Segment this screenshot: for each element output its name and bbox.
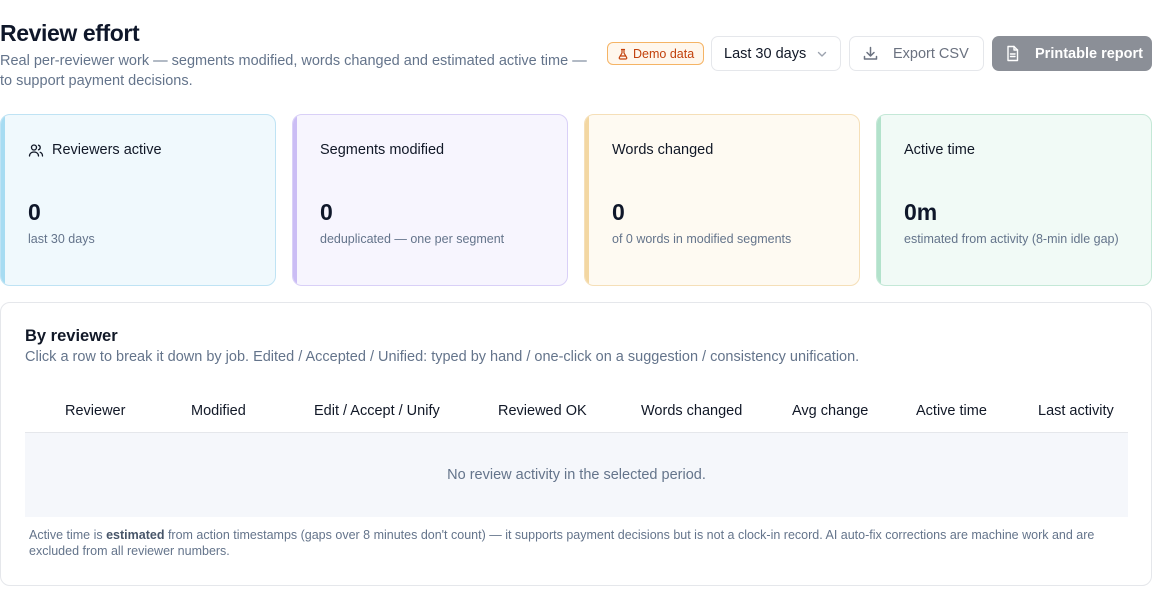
reviewers-active-value: 0: [28, 199, 41, 225]
active-time-label: Active time: [904, 142, 975, 158]
reviewers-active-label: Reviewers active: [52, 142, 162, 158]
segments-modified-label: Segments modified: [320, 142, 445, 158]
page-header: Review effort Real per-reviewer work — s…: [0, 18, 1168, 98]
reviewers-active-card: Reviewers active 0 last 30 days: [0, 114, 276, 286]
export-csv-button[interactable]: Export CSV: [849, 36, 984, 71]
period-select[interactable]: Last 30 days: [711, 36, 841, 71]
printable-report-label: Printable report: [1035, 45, 1143, 62]
document-icon: [1007, 45, 1019, 62]
words-changed-label: Words changed: [612, 142, 714, 158]
empty-state-message: No review activity in the selected perio…: [447, 467, 706, 483]
by-reviewer-description: Click a row to break it down by job. Edi…: [25, 349, 860, 365]
chevron-down-icon: [817, 51, 827, 57]
active-time-sub: estimated from activity (8-min idle gap): [904, 232, 1119, 246]
by-reviewer-panel: By reviewer Click a row to break it down…: [0, 302, 1152, 586]
column-header-avg-change[interactable]: Avg change: [792, 403, 868, 419]
column-header-active-time[interactable]: Active time: [916, 403, 987, 419]
by-reviewer-title: By reviewer: [25, 327, 118, 345]
segments-modified-card: Segments modified 0 deduplicated — one p…: [292, 114, 568, 286]
words-changed-card: Words changed 0 of 0 words in modified s…: [584, 114, 860, 286]
active-time-value: 0m: [904, 199, 938, 225]
card-label: Reviewers active: [28, 142, 162, 158]
column-header-words-changed[interactable]: Words changed: [641, 403, 742, 419]
printable-report-button[interactable]: Printable report: [992, 36, 1152, 71]
period-select-value: Last 30 days: [724, 45, 806, 62]
demo-data-label: Demo data: [633, 46, 695, 61]
flask-icon: [618, 48, 628, 60]
segments-modified-value: 0: [320, 199, 333, 225]
column-header-last-activity[interactable]: Last activity: [1038, 403, 1114, 419]
summary-cards: Reviewers active 0 last 30 days Segments…: [0, 114, 1168, 286]
download-icon: [863, 46, 878, 60]
column-header-reviewer[interactable]: Reviewer: [65, 403, 125, 419]
column-header-reviewed-ok[interactable]: Reviewed OK: [498, 403, 587, 419]
empty-state: No review activity in the selected perio…: [25, 433, 1128, 517]
page-title: Review effort: [0, 20, 140, 46]
column-header-edit-accept-unify[interactable]: Edit / Accept / Unify: [314, 403, 440, 419]
reviewer-table-header: Reviewer Modified Edit / Accept / Unify …: [25, 391, 1128, 433]
active-time-footnote: Active time is estimated from action tim…: [29, 527, 1119, 559]
words-changed-value: 0: [612, 199, 625, 225]
footnote-suffix: from action timestamps (gaps over 8 minu…: [29, 528, 1095, 558]
segments-modified-sub: deduplicated — one per segment: [320, 232, 505, 246]
export-csv-label: Export CSV: [893, 45, 969, 62]
words-changed-sub: of 0 words in modified segments: [612, 232, 792, 246]
footnote-prefix: Active time is: [29, 528, 107, 542]
footnote-bold: estimated: [106, 528, 165, 542]
reviewers-active-sub: last 30 days: [28, 232, 95, 246]
page-subtitle: Real per-reviewer work — segments modifi…: [0, 53, 587, 89]
column-header-modified[interactable]: Modified: [191, 403, 246, 419]
active-time-card: Active time 0m estimated from activity (…: [876, 114, 1152, 286]
users-icon: [28, 144, 44, 157]
demo-data-badge: Demo data: [607, 42, 705, 65]
